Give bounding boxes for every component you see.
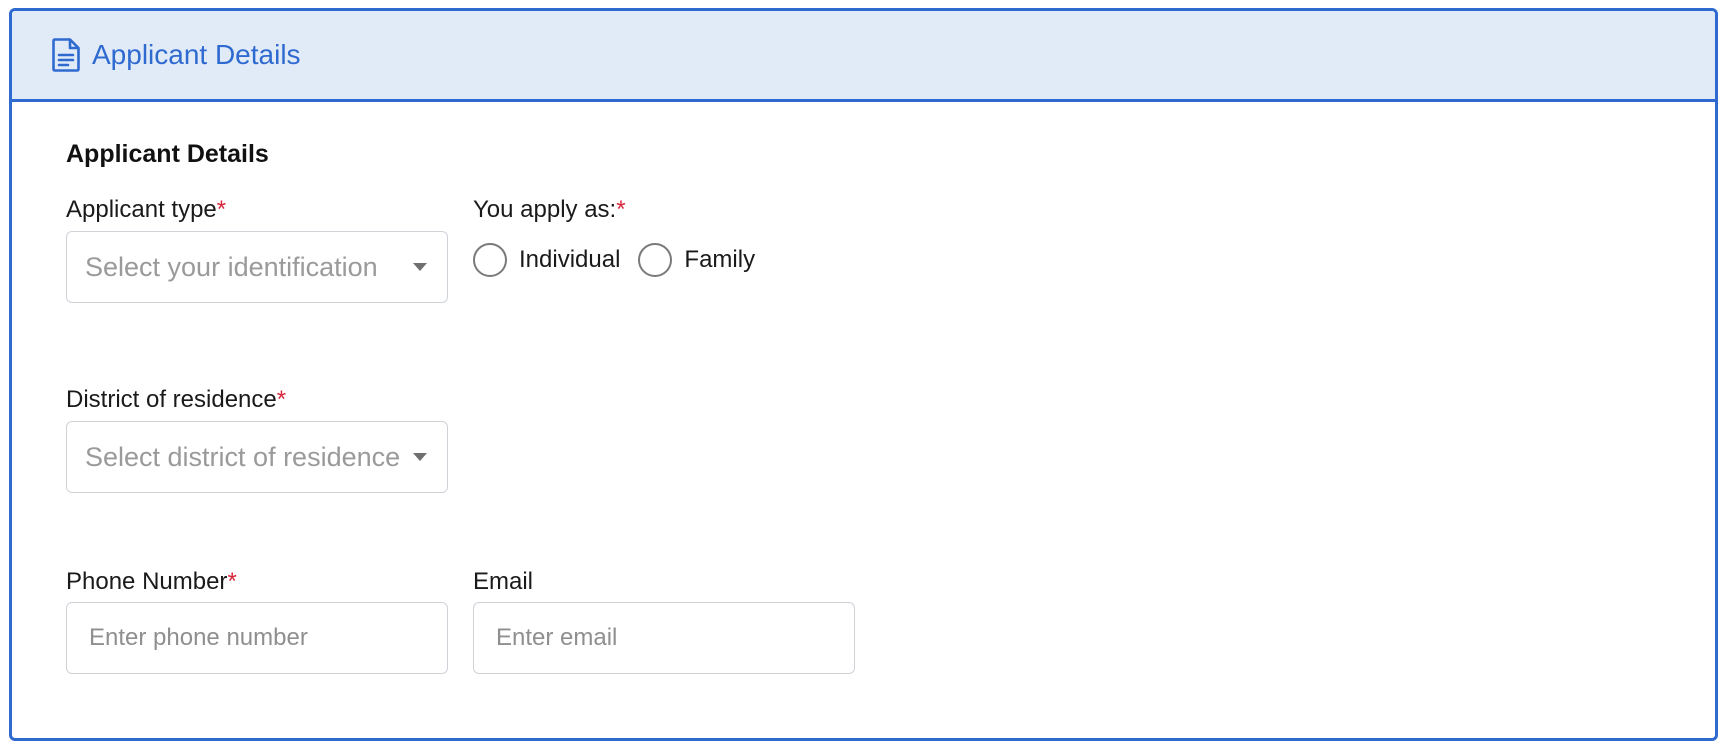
applicant-type-label: Applicant type* (66, 196, 226, 224)
radio-label-family: Family (684, 246, 756, 273)
district-select[interactable]: Select district of residence (66, 421, 448, 493)
applicant-type-label-text: Applicant type (66, 196, 217, 223)
district-label: District of residence* (66, 386, 286, 414)
required-mark: * (227, 568, 237, 595)
radio-button-family[interactable] (638, 243, 673, 277)
district-placeholder: Select district of residence (85, 441, 401, 472)
radio-option-family[interactable]: Family (638, 243, 755, 277)
district-label-text: District of residence (66, 386, 277, 413)
phone-label-text: Phone Number (66, 568, 228, 595)
required-mark: * (276, 386, 287, 413)
header-title: Applicant Details (92, 39, 301, 70)
radio-option-individual[interactable]: Individual (473, 243, 620, 277)
apply-as-radio-group: Individual Family (473, 243, 773, 277)
phone-label: Phone Number* (66, 568, 237, 596)
card-body: Applicant Details Applicant type* Select… (12, 102, 1715, 738)
phone-input[interactable] (67, 603, 447, 673)
caret-down-icon (413, 263, 427, 271)
apply-as-label-text: You apply as: (473, 196, 617, 223)
applicant-type-placeholder: Select your identification (85, 251, 378, 282)
section-title: Applicant Details (66, 140, 269, 168)
required-mark: * (216, 196, 227, 223)
email-input[interactable] (474, 603, 854, 673)
card-header: Applicant Details (12, 11, 1715, 102)
phone-field[interactable] (66, 602, 448, 674)
document-icon (52, 38, 80, 72)
required-mark: * (616, 196, 626, 223)
radio-button-individual[interactable] (473, 243, 507, 277)
email-label: Email (473, 568, 533, 596)
email-field[interactable] (473, 602, 855, 674)
applicant-details-card: Applicant Details Applicant Details Appl… (9, 8, 1718, 741)
applicant-type-select[interactable]: Select your identification (66, 231, 448, 303)
apply-as-label: You apply as:* (473, 196, 626, 224)
radio-label-individual: Individual (519, 246, 621, 273)
caret-down-icon (413, 453, 427, 461)
email-label-text: Email (473, 568, 534, 595)
